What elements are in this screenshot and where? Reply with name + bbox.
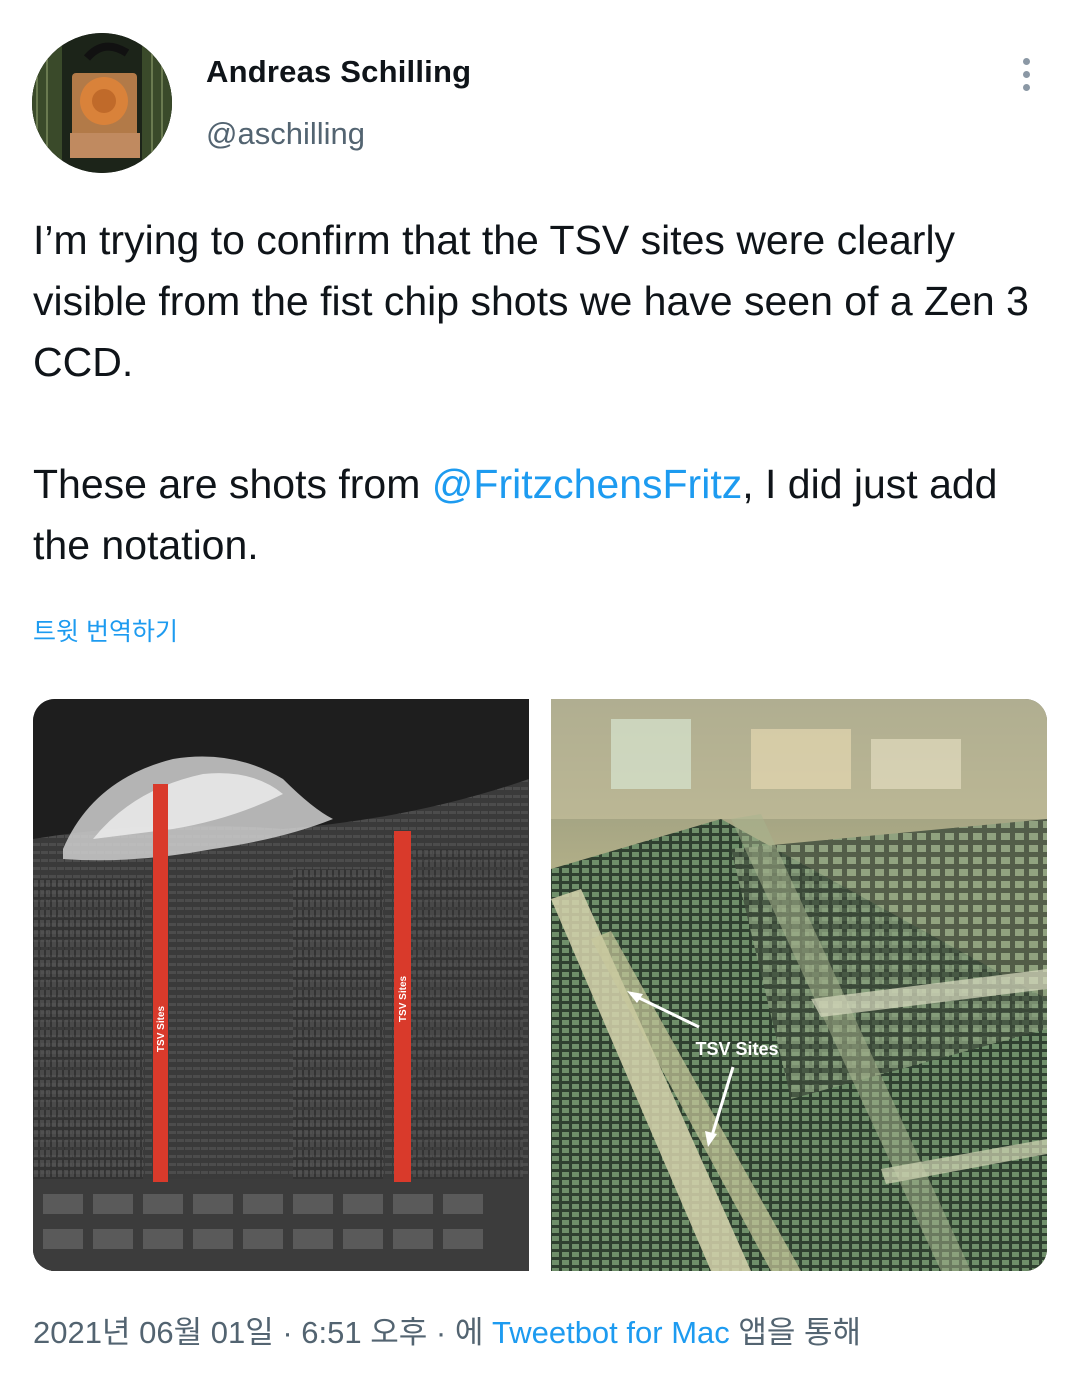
tweet-paragraph-1: I’m trying to confirm that the TSV sites… bbox=[33, 217, 1029, 385]
tweet-date: 2021년 06월 01일 bbox=[33, 1315, 274, 1350]
dot bbox=[1022, 57, 1030, 65]
dot bbox=[1022, 70, 1030, 78]
via-suffix: 앱을 통해 bbox=[729, 1315, 862, 1350]
media-image-left[interactable]: TSV Sites TSV Sites bbox=[33, 699, 529, 1271]
tweet-time: 6:51 오후 bbox=[301, 1315, 428, 1350]
via-prefix: 에 bbox=[454, 1315, 492, 1350]
author-name[interactable]: Andreas Schilling bbox=[206, 54, 471, 90]
tsv-marker-1 bbox=[153, 784, 168, 1182]
tsv-label-left-1: TSV Sites bbox=[156, 1006, 167, 1053]
media-image-right[interactable]: TSV Sites bbox=[551, 699, 1047, 1271]
tweet-text: I’m trying to confirm that the TSV sites… bbox=[33, 210, 1043, 576]
avatar-image bbox=[32, 33, 172, 173]
tsv-label-right: TSV Sites bbox=[695, 1039, 778, 1059]
tweet-text-before-mention: These are shots from bbox=[33, 461, 432, 507]
mention-link[interactable]: @FritzchensFritz bbox=[432, 461, 742, 507]
meta-separator: · bbox=[427, 1315, 455, 1350]
tweet-paragraph-2: These are shots from @FritzchensFritz, I… bbox=[33, 454, 1043, 576]
meta-separator: · bbox=[273, 1315, 302, 1350]
dot bbox=[1022, 83, 1030, 91]
source-app-link[interactable]: Tweetbot for Mac bbox=[492, 1315, 730, 1350]
avatar[interactable] bbox=[32, 33, 172, 173]
translate-tweet-link[interactable]: 트윗 번역하기 bbox=[33, 612, 178, 648]
more-vertical-icon[interactable] bbox=[1006, 54, 1046, 94]
tsv-label-left-2: TSV Sites bbox=[398, 976, 409, 1023]
tweet-meta: 2021년 06월 01일 · 6:51 오후 · 에 Tweetbot for… bbox=[33, 1307, 861, 1352]
author-handle[interactable]: @aschilling bbox=[206, 116, 365, 152]
